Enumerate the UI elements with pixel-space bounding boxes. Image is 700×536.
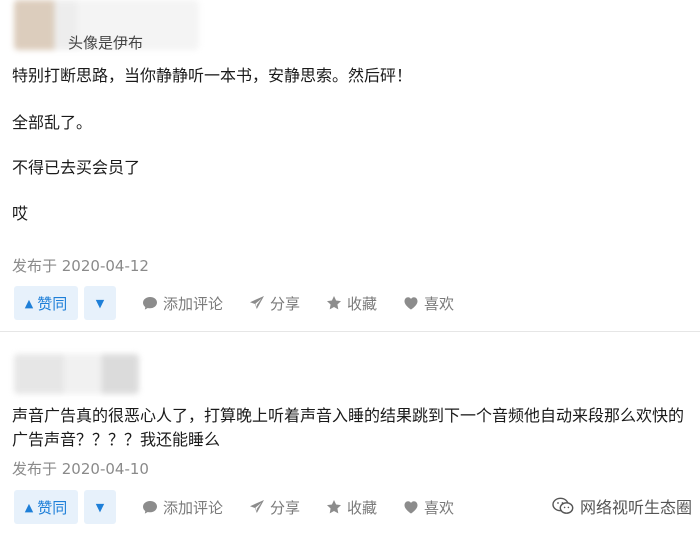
favorite-label: 收藏	[347, 294, 378, 313]
action-bar: ▲ 赞同 ▼ 添加评论 分享 收藏 喜欢	[14, 286, 454, 320]
vote-up-label: 赞同	[37, 294, 68, 313]
comment-button[interactable]: 添加评论	[142, 497, 223, 518]
like-label: 喜欢	[424, 294, 455, 313]
answer-card: 头像是伊布 特别打断思路，当你静静听一本书，安静思索。然后砰！ 全部乱了。 不得…	[0, 0, 700, 330]
share-label: 分享	[270, 294, 301, 313]
share-button[interactable]: 分享	[249, 293, 300, 314]
triangle-up-icon: ▲	[24, 296, 34, 310]
comment-label: 添加评论	[163, 294, 224, 313]
vote-down-button[interactable]: ▼	[84, 490, 116, 524]
publish-date: 发布于 2020-04-10	[12, 460, 149, 478]
watermark: 网络视听生态圈	[552, 494, 692, 518]
vote-down-button[interactable]: ▼	[84, 286, 116, 320]
comment-button[interactable]: 添加评论	[142, 293, 223, 314]
favorite-button[interactable]: 收藏	[326, 497, 377, 518]
vote-up-label: 赞同	[37, 498, 68, 517]
publish-date: 发布于 2020-04-12	[12, 257, 149, 275]
favorite-button[interactable]: 收藏	[326, 293, 377, 314]
heart-icon	[404, 501, 418, 514]
heart-icon	[404, 297, 418, 310]
comment-label: 添加评论	[163, 498, 224, 517]
share-button[interactable]: 分享	[249, 497, 300, 518]
triangle-down-icon: ▼	[95, 296, 105, 310]
like-label: 喜欢	[424, 498, 455, 517]
paper-plane-icon	[250, 296, 265, 309]
answer-paragraph: 特别打断思路，当你静静听一本书，安静思索。然后砰！	[12, 66, 413, 85]
speech-bubble-icon	[143, 501, 157, 514]
like-button[interactable]: 喜欢	[403, 497, 454, 518]
watermark-text: 网络视听生态圈	[579, 498, 692, 517]
triangle-down-icon: ▼	[95, 500, 105, 514]
answer-paragraph: 哎	[12, 204, 29, 223]
author-name[interactable]: 头像是伊布	[68, 32, 143, 53]
triangle-up-icon: ▲	[24, 500, 34, 514]
action-bar: ▲ 赞同 ▼ 添加评论 分享 收藏 喜欢	[14, 490, 454, 524]
answer-paragraph: 声音广告真的很恶心人了，打算晚上听着声音入睡的结果跳到下一个音频他自动来段那么欢…	[12, 406, 685, 449]
star-icon	[327, 296, 342, 310]
star-icon	[327, 500, 342, 514]
wechat-logo-icon	[552, 497, 574, 514]
share-label: 分享	[270, 498, 301, 517]
vote-up-button[interactable]: ▲ 赞同	[14, 286, 78, 320]
like-button[interactable]: 喜欢	[403, 293, 454, 314]
avatar[interactable]	[14, 354, 139, 394]
vote-up-button[interactable]: ▲ 赞同	[14, 490, 78, 524]
paper-plane-icon	[250, 500, 265, 513]
answer-paragraph: 全部乱了。	[12, 113, 93, 132]
divider	[0, 331, 700, 332]
answer-paragraph: 不得已去买会员了	[12, 158, 141, 177]
favorite-label: 收藏	[347, 498, 378, 517]
speech-bubble-icon	[143, 297, 157, 310]
